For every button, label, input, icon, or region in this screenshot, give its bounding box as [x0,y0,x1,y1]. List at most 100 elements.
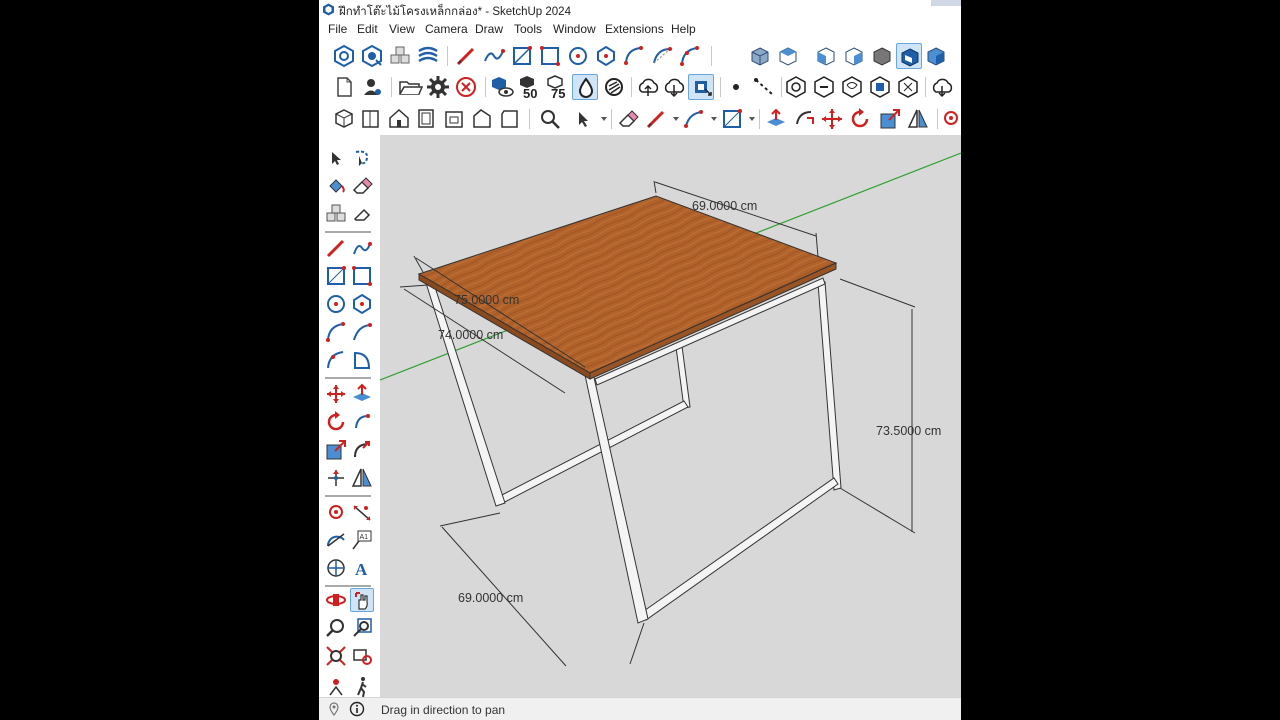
position-camera-icon[interactable] [324,466,348,490]
axes-tool-icon[interactable] [324,556,348,580]
no-entry-icon[interactable] [601,74,627,100]
circle-left-icon[interactable] [324,292,348,316]
styles-xray-icon[interactable] [331,43,357,69]
components-box-icon[interactable] [331,106,357,132]
components-left-icon[interactable] [324,202,348,226]
offset-left-icon[interactable] [350,438,374,462]
new-file-icon[interactable] [331,74,357,100]
text-tool-icon[interactable]: A1 [350,528,374,552]
zoom-extents-icon[interactable] [324,644,348,668]
pie-left-icon[interactable] [350,348,374,372]
two-point-arc-left-icon[interactable] [350,320,374,344]
protractor-icon[interactable] [324,528,348,552]
orbit-icon[interactable] [324,588,348,612]
eraser-icon[interactable] [615,106,641,132]
solid-union-icon[interactable] [783,74,809,100]
line-left-icon[interactable] [324,236,348,260]
follow-me-icon[interactable] [791,106,817,132]
tape-measure-icon[interactable] [324,500,348,524]
solid-intersect-icon[interactable] [839,74,865,100]
components-icon[interactable] [387,43,413,69]
two-point-arc-icon[interactable] [649,43,675,69]
dimension-icon[interactable] [350,500,374,524]
dashed-line-icon[interactable] [751,74,777,100]
three-d-text-icon[interactable]: A [350,556,374,580]
walk-position-icon[interactable] [324,675,348,699]
follow-me-left-icon[interactable] [350,410,374,434]
select-icon[interactable] [571,106,597,132]
iso-view-icon[interactable] [747,43,773,69]
pan-hand-icon[interactable] [350,588,374,612]
styles-back-edges-icon[interactable] [359,43,385,69]
arc-left-icon[interactable] [324,320,348,344]
scale-icon[interactable] [877,106,903,132]
back-view-icon[interactable] [869,43,895,69]
cloud-sync-icon[interactable] [929,74,955,100]
three-point-arc-icon[interactable] [677,43,703,69]
previous-view-icon[interactable] [350,644,374,668]
zoom-left-icon[interactable] [324,616,348,640]
right-view-icon[interactable] [841,43,867,69]
circle-icon[interactable] [565,43,591,69]
wall-icon[interactable] [497,106,523,132]
rotated-rectangle-icon[interactable] [537,43,563,69]
window-controls[interactable] [931,0,961,6]
rotated-rect-left-icon[interactable] [350,264,374,288]
solid-split-icon[interactable] [895,74,921,100]
menu-tools[interactable]: Tools [514,22,542,36]
three-point-arc-left-icon[interactable] [324,348,348,372]
flip-icon[interactable] [905,106,931,132]
polygon-icon[interactable] [593,43,619,69]
walk-icon[interactable] [350,675,374,699]
cloud-download-icon[interactable] [661,74,687,100]
top-view-icon[interactable] [775,43,801,69]
paint-bucket-left-icon[interactable] [324,174,348,198]
door-icon[interactable] [413,106,439,132]
move-left-icon[interactable] [324,382,348,406]
menu-window[interactable]: Window [553,22,596,36]
house-icon[interactable] [386,106,412,132]
menu-view[interactable]: View [389,22,415,36]
window-icon[interactable] [358,106,384,132]
zoom-window-icon[interactable] [350,616,374,640]
zoom-icon[interactable] [537,106,563,132]
dot-icon[interactable] [723,74,749,100]
cancel-icon[interactable] [453,74,479,100]
select-arrow-icon[interactable] [324,146,348,170]
pencil-icon[interactable] [643,106,669,132]
scale-left-icon[interactable] [324,438,348,462]
paint-bucket-icon[interactable] [939,106,961,132]
move-icon[interactable] [819,106,845,132]
rectangle-left-icon[interactable] [324,264,348,288]
rectangle-tool-icon[interactable] [719,106,745,132]
roof-icon[interactable] [469,106,495,132]
drop-icon[interactable] [572,74,598,100]
sandbox-icon[interactable] [415,43,441,69]
geo-location-icon[interactable] [326,701,342,717]
solid-subtract-icon[interactable] [811,74,837,100]
frame-icon[interactable] [441,106,467,132]
account-icon[interactable] [359,74,385,100]
line-tool-icon[interactable] [681,106,707,132]
eraser-left-icon[interactable] [350,174,374,198]
settings-gear-icon[interactable] [425,74,451,100]
pencil-line-icon[interactable] [453,43,479,69]
polygon-left-icon[interactable] [350,292,374,316]
menu-extensions[interactable]: Extensions [605,22,664,36]
freehand-icon[interactable] [481,43,507,69]
seventy-five-icon[interactable]: 75 [545,74,571,100]
cloud-share-icon[interactable] [688,74,714,100]
info-icon[interactable] [349,701,365,717]
menu-camera[interactable]: Camera [425,22,468,36]
fifty-icon[interactable]: 50 [517,74,543,100]
front-view-icon[interactable] [813,43,839,69]
rotate-icon[interactable] [847,106,873,132]
rotate-left-icon[interactable] [324,410,348,434]
menu-draw[interactable]: Draw [475,22,503,36]
menu-edit[interactable]: Edit [357,22,378,36]
drawing-viewport[interactable]: 69.0000 cm 75.0000 cm 74.0000 cm 73.5000… [380,135,961,697]
left-view-icon[interactable] [896,43,922,69]
flip-left-icon[interactable] [350,466,374,490]
bottom-view-icon[interactable] [923,43,949,69]
push-pull-left-icon[interactable] [350,382,374,406]
